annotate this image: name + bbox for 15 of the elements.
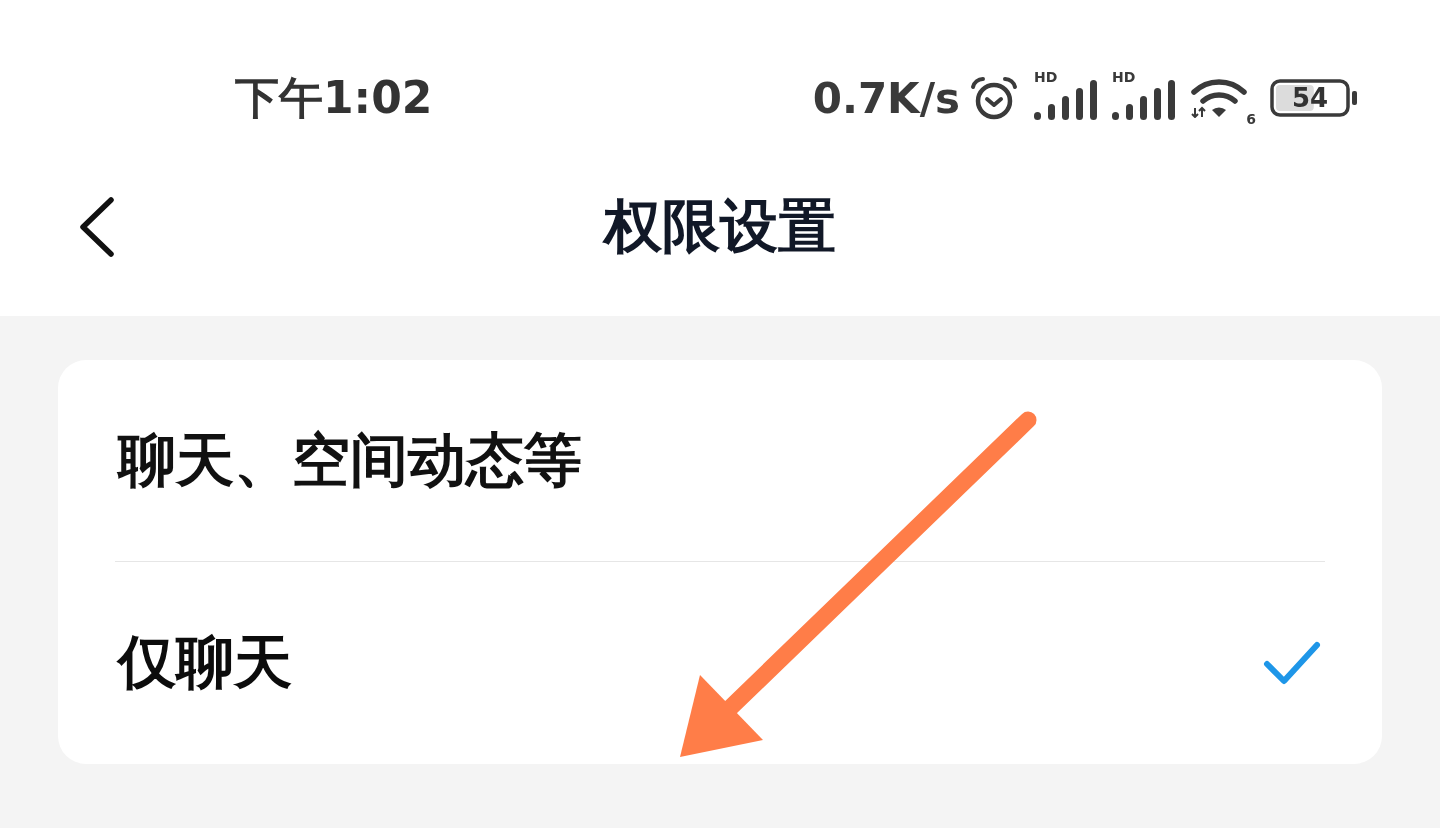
signal-bars-icon xyxy=(1034,80,1098,120)
hd-label: HD xyxy=(1034,70,1058,84)
status-time: 下午1:02 xyxy=(235,70,433,125)
network-speed: 0.7K/s xyxy=(812,73,960,123)
page-title: 权限设置 xyxy=(604,191,836,262)
alarm-clock-icon xyxy=(970,76,1018,120)
back-chevron-icon[interactable] xyxy=(78,197,116,257)
battery-icon xyxy=(1270,79,1358,117)
signal-bars-icon xyxy=(1112,80,1176,120)
wifi-icon xyxy=(1190,78,1248,118)
hd-label: HD xyxy=(1112,70,1136,84)
battery-percent: 54 xyxy=(1291,85,1329,111)
option-row[interactable]: 仅聊天 xyxy=(115,562,1325,764)
option-row[interactable]: 聊天、空间动态等 xyxy=(115,360,1325,562)
wifi-generation-text: 6 xyxy=(1246,112,1256,126)
